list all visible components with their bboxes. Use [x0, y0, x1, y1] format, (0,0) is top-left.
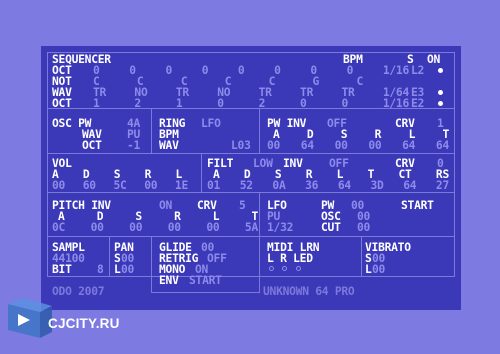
footer-product: UNKNOWN 64 PRO: [263, 285, 355, 298]
box-border: [151, 108, 152, 153]
vol-adsr-values[interactable]: 00 60 5C 00 1E: [52, 180, 188, 191]
pw-adsr-values[interactable]: 00 64 00 00 64 64: [267, 140, 449, 151]
box-border: [201, 153, 202, 192]
midi-led-indicator[interactable]: [269, 266, 274, 271]
env-label: ENV: [159, 274, 179, 287]
pitch-adsr-values[interactable]: 0C 00 00 00 00 5A: [52, 222, 258, 233]
box-border: [361, 236, 362, 276]
box-border: [109, 236, 110, 276]
lfo-cut-value[interactable]: 00: [357, 222, 370, 233]
lfo-cut-label: CUT: [321, 221, 341, 234]
lfo-rate[interactable]: 1/32: [267, 222, 293, 233]
ring-tail[interactable]: L03: [231, 140, 251, 151]
ring-wav-label: WAV: [159, 139, 179, 152]
midi-led-indicator[interactable]: [282, 266, 287, 271]
ring-value[interactable]: LFO: [201, 118, 221, 129]
sampl-bit-label: BIT: [52, 263, 72, 276]
box-border: [259, 236, 260, 293]
box-border: [259, 276, 454, 277]
seq-row-tail[interactable]: E2: [411, 98, 424, 109]
lfo-start-button[interactable]: START: [401, 200, 434, 211]
pan-l-label: L: [114, 263, 121, 276]
midi-led-indicator[interactable]: [296, 266, 301, 271]
watermark-text: CJCITY.RU: [48, 316, 120, 331]
seq-row-label: OCT: [52, 97, 72, 110]
box-border: [47, 52, 48, 277]
box-border: [151, 236, 152, 292]
filt-adsr-values[interactable]: 01 52 0A 36 64 3D 64 27: [207, 180, 449, 191]
step-indicator: [438, 101, 443, 106]
sequencer-on-toggle[interactable]: ON: [427, 54, 440, 65]
env-value[interactable]: START: [189, 275, 222, 286]
box-border: [259, 192, 260, 236]
osc-oct-label: OCT: [82, 139, 102, 152]
vibrato-l-label: L: [365, 263, 372, 276]
box-border: [47, 153, 454, 154]
vibrato-l-value[interactable]: 00: [372, 264, 385, 275]
pan-l-value[interactable]: 00: [121, 264, 134, 275]
box-border: [151, 292, 259, 293]
box-border: [259, 108, 260, 153]
box-border: [47, 192, 454, 193]
sequencer-screen: SEQUENCER BPM S ON OCT 0 0 0 0 0 0 0 0 1…: [41, 46, 461, 310]
osc-oct-value[interactable]: -1: [127, 140, 140, 151]
box-border: [454, 52, 455, 277]
sampl-bit-value[interactable]: 8: [97, 264, 104, 275]
retrig-value[interactable]: OFF: [207, 253, 227, 264]
midi-lr-labels: L R LED: [267, 252, 313, 265]
box-border: [47, 276, 259, 277]
step-indicator: [438, 90, 443, 95]
seq-row-tail[interactable]: L2: [411, 65, 424, 76]
seq-row-values[interactable]: 1 2 1 0 2 0 0 1/16: [93, 98, 409, 109]
step-indicator: [438, 68, 443, 73]
